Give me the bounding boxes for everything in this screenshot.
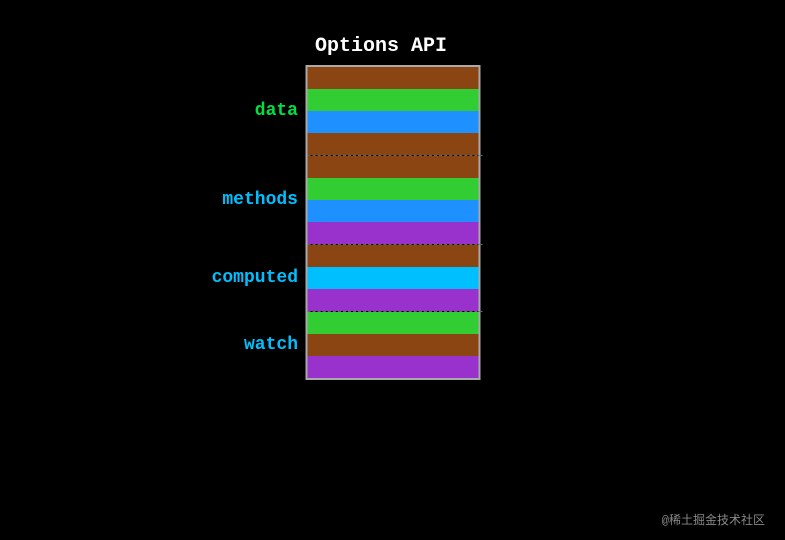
bar bbox=[307, 156, 478, 178]
bar bbox=[307, 200, 478, 222]
section-bars bbox=[307, 312, 478, 378]
bar bbox=[307, 267, 478, 289]
bar bbox=[307, 245, 478, 267]
bar bbox=[307, 334, 478, 356]
section-row: watch bbox=[307, 312, 478, 378]
bar bbox=[307, 89, 478, 111]
section-label: data bbox=[188, 101, 298, 121]
section-bars bbox=[307, 245, 478, 311]
section-row: methods bbox=[307, 156, 478, 244]
bar bbox=[307, 222, 478, 244]
bar bbox=[307, 133, 478, 155]
bar bbox=[307, 312, 478, 334]
section-label: watch bbox=[188, 335, 298, 355]
section-label: computed bbox=[188, 268, 298, 288]
options-api-title: Options API bbox=[315, 35, 447, 58]
options-api-box: datamethodscomputedwatch bbox=[305, 65, 480, 380]
section-bars bbox=[307, 156, 478, 244]
bar bbox=[307, 178, 478, 200]
section-row: computed bbox=[307, 245, 478, 311]
section-label: methods bbox=[188, 190, 298, 210]
bar bbox=[307, 111, 478, 133]
bar bbox=[307, 356, 478, 378]
bar bbox=[307, 289, 478, 311]
bar bbox=[307, 67, 478, 89]
diagram-wrapper: Options API datamethodscomputedwatch bbox=[305, 35, 480, 380]
section-row: data bbox=[307, 67, 478, 155]
watermark: @稀土掘金技术社区 bbox=[662, 511, 765, 528]
section-bars bbox=[307, 67, 478, 155]
